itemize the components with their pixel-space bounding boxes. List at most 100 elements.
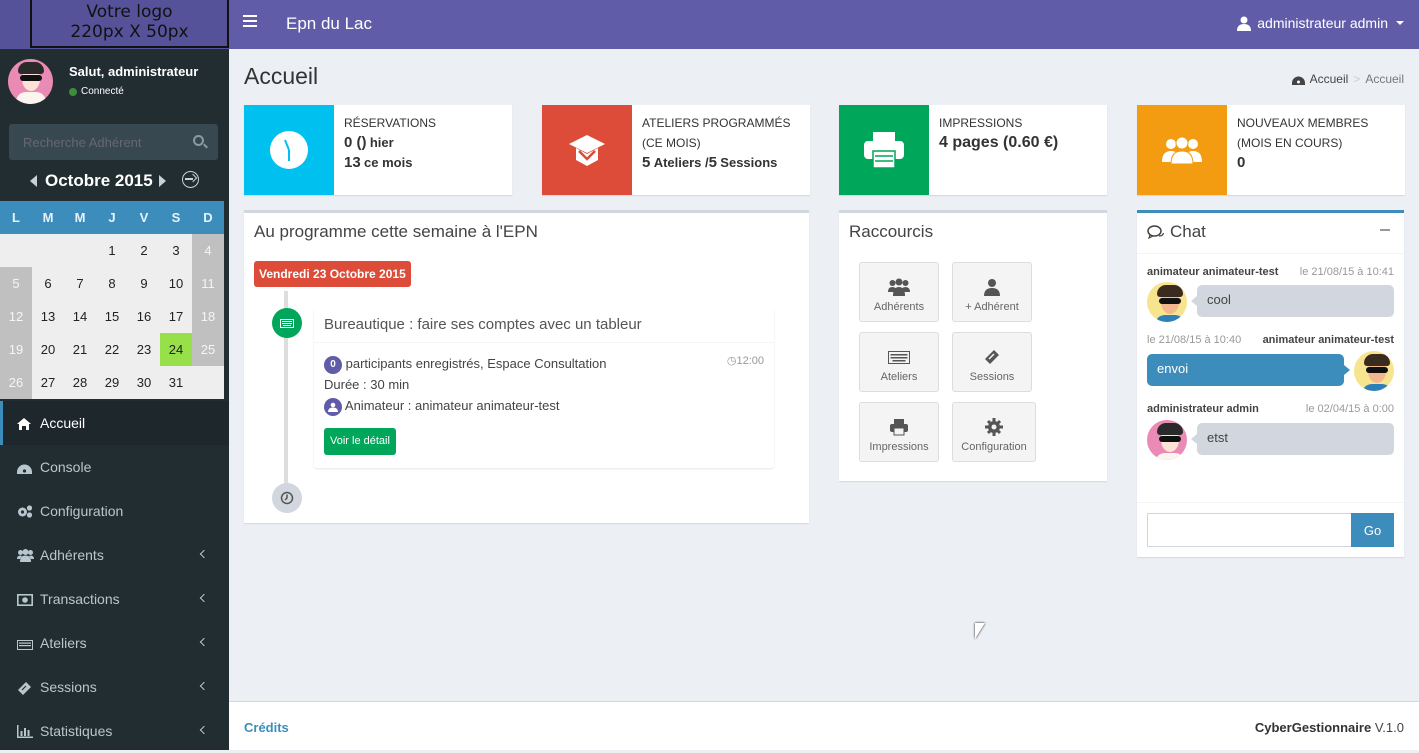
logo-placeholder: Votre logo 220px X 50px: [30, 0, 229, 48]
sidebar-item-adherents[interactable]: Adhérents: [0, 533, 229, 577]
calendar-day[interactable]: 24: [160, 333, 192, 366]
event-title[interactable]: Bureautique : faire ses comptes avec un …: [314, 308, 774, 343]
event-time: ◷12:00: [726, 355, 764, 367]
calendar-weekday: M: [32, 201, 64, 234]
calendar-day[interactable]: 15: [96, 300, 128, 333]
calendar-day[interactable]: 25: [192, 333, 224, 366]
info-box-workshops: ATELIERS PROGRAMMÉS (CE MOIS) 5 Ateliers…: [542, 105, 810, 195]
calendar-day[interactable]: 12: [0, 300, 32, 333]
shortcut-label: Ateliers: [880, 371, 918, 383]
calendar-day[interactable]: 6: [32, 267, 64, 300]
minimize-icon[interactable]: [1380, 229, 1390, 231]
calendar-day[interactable]: 9: [128, 267, 160, 300]
calendar-prev-icon[interactable]: [30, 175, 37, 187]
money-icon: [17, 593, 33, 606]
sidebar-item-statistiques[interactable]: Statistiques: [0, 709, 229, 753]
credits-link[interactable]: Crédits: [244, 720, 289, 735]
ticket-icon: [953, 345, 1031, 369]
calendar-day[interactable]: 31: [160, 366, 192, 399]
shortcut-configuration[interactable]: Configuration: [952, 402, 1036, 462]
logo-line2: 220px X 50px: [70, 22, 189, 42]
sidebar-item-sessions[interactable]: Sessions: [0, 665, 229, 709]
member-search-input[interactable]: [9, 124, 179, 160]
chat-message-input[interactable]: [1147, 513, 1352, 547]
sidebar-toggle-icon[interactable]: [243, 15, 257, 27]
caret-down-icon: [1396, 21, 1404, 25]
calendar-day[interactable]: 2: [128, 234, 160, 267]
calendar-day[interactable]: 7: [64, 267, 96, 300]
shortcut-members[interactable]: Adhérents: [859, 262, 939, 322]
bar-chart-icon: [17, 725, 33, 738]
chat-message-meta: le 21/08/15 à 10:40 animateur animateur-t…: [1147, 334, 1394, 346]
info-box-icon-bg: [542, 105, 632, 195]
info-box-label: ATELIERS PROGRAMMÉS: [642, 116, 791, 130]
info-box-reservations: RÉSERVATIONS 0 () hier 13 ce mois: [244, 105, 512, 195]
calendar-goto-icon[interactable]: [182, 171, 199, 188]
comments-icon: [1147, 224, 1165, 239]
sidebar-item-configuration[interactable]: Configuration: [0, 489, 229, 533]
calendar-day[interactable]: 21: [64, 333, 96, 366]
sidebar-item-label: Console: [40, 459, 92, 475]
calendar-day[interactable]: 19: [0, 333, 32, 366]
calendar-day[interactable]: 30: [128, 366, 160, 399]
chat-message: etst: [1191, 423, 1394, 455]
chat-message-meta: animateur animateur-test le 21/08/15 à 10…: [1147, 266, 1394, 278]
sidebar-item-transactions[interactable]: Transactions: [0, 577, 229, 621]
calendar-header: Octobre 2015: [0, 169, 229, 193]
sidebar-item-console[interactable]: Console: [0, 445, 229, 489]
chevron-left-icon: [199, 637, 209, 647]
reservations-month-label: ce mois: [364, 155, 413, 170]
sidebar-item-ateliers[interactable]: Ateliers: [0, 621, 229, 665]
breadcrumb: Accueil > Accueil: [1291, 72, 1404, 86]
calendar-day[interactable]: 8: [96, 267, 128, 300]
breadcrumb-home[interactable]: Accueil: [1310, 72, 1349, 86]
view-detail-button[interactable]: Voir le détail: [324, 428, 396, 455]
dashboard-icon: [1291, 76, 1305, 85]
shortcut-workshops[interactable]: Ateliers: [859, 332, 939, 392]
calendar-day[interactable]: 18: [192, 300, 224, 333]
user-menu[interactable]: administrateur admin: [1237, 15, 1404, 31]
calendar-day[interactable]: 4: [192, 234, 224, 267]
shortcut-sessions[interactable]: Sessions: [952, 332, 1032, 392]
app-brand: CyberGestionnaire: [1254, 720, 1372, 735]
calendar-empty-cell: [64, 234, 96, 267]
calendar-next-icon[interactable]: [159, 175, 166, 187]
calendar-day[interactable]: 27: [32, 366, 64, 399]
chat-send-button[interactable]: Go: [1351, 513, 1394, 547]
calendar-weekday: D: [192, 201, 224, 234]
calendar-day[interactable]: 1: [96, 234, 128, 267]
calendar-day[interactable]: 26: [0, 366, 32, 399]
calendar-day[interactable]: 17: [160, 300, 192, 333]
shortcut-prints[interactable]: Impressions: [859, 402, 939, 462]
workshops-count: 5: [642, 154, 651, 171]
calendar-weekday: M: [64, 201, 96, 234]
sidebar-item-accueil[interactable]: Accueil: [0, 401, 229, 445]
top-navbar: Votre logo 220px X 50px Epn du Lac admin…: [0, 0, 1419, 49]
sessions-count: 5: [708, 154, 717, 171]
calendar-day[interactable]: 16: [128, 300, 160, 333]
calendar-weekday: J: [96, 201, 128, 234]
calendar-day[interactable]: 28: [64, 366, 96, 399]
graduation-cap-icon: [569, 135, 605, 166]
shortcuts-box: Raccourcis Adhérents + Adhérent Ateliers…: [839, 210, 1107, 481]
calendar-day[interactable]: 23: [128, 333, 160, 366]
chat-title: Chat: [1170, 222, 1206, 241]
calendar-day[interactable]: 10: [160, 267, 192, 300]
logo[interactable]: Votre logo 220px X 50px: [0, 0, 229, 49]
calendar-day[interactable]: 11: [192, 267, 224, 300]
chat-box: Chat animateur animateur-test le 21/08/15…: [1137, 210, 1404, 557]
shortcut-add-member[interactable]: + Adhérent: [952, 262, 1032, 322]
calendar-day[interactable]: 5: [0, 267, 32, 300]
calendar-day[interactable]: 13: [32, 300, 64, 333]
search-icon[interactable]: [193, 135, 204, 146]
calendar-day[interactable]: 14: [64, 300, 96, 333]
calendar-day[interactable]: 3: [160, 234, 192, 267]
new-members-value: 0: [1237, 154, 1246, 171]
calendar-day[interactable]: 22: [96, 333, 128, 366]
chevron-left-icon: [199, 725, 209, 735]
calendar-day[interactable]: 20: [32, 333, 64, 366]
calendar-empty-cell: [32, 234, 64, 267]
sidebar-item-label: Statistiques: [40, 723, 113, 739]
users-icon: [860, 275, 938, 299]
calendar-day[interactable]: 29: [96, 366, 128, 399]
